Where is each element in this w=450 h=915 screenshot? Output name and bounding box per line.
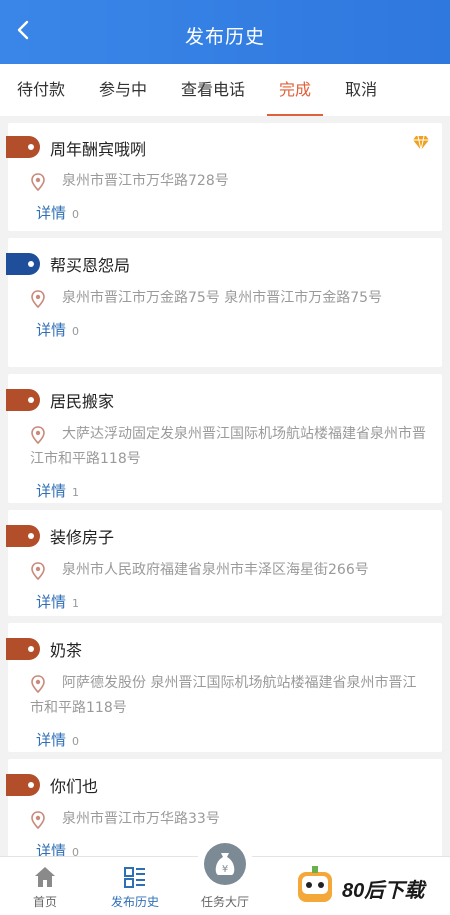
detail-count: 0 <box>72 208 80 221</box>
nav-history[interactable]: 发布历史 <box>90 857 180 915</box>
nav-task-hall-label: 任务大厅 <box>200 895 249 909</box>
watermark-text: 80后下载 <box>342 880 425 902</box>
address: 大萨达浮动固定发泉州晋江国际机场航站楼福建省泉州市晋江市和平路118号 <box>30 426 426 467</box>
list-item[interactable]: 居民搬家 大萨达浮动固定发泉州晋江国际机场航站楼福建省泉州市晋江市和平路118号… <box>6 374 442 503</box>
diamond-icon <box>413 135 429 151</box>
nav-home[interactable]: 首页 <box>0 857 90 915</box>
detail-link[interactable]: 详情 1 <box>8 480 442 501</box>
location-pin-icon <box>31 426 45 444</box>
nav-home-label: 首页 <box>32 895 57 909</box>
tab-completed[interactable]: 完成 <box>267 64 324 116</box>
tab-cancelled[interactable]: 取消 <box>345 64 377 116</box>
location-pin-icon <box>31 290 45 308</box>
detail-link[interactable]: 详情 0 <box>8 319 442 340</box>
nav-history-label: 发布历史 <box>110 895 159 909</box>
money-bag-icon: ¥ <box>215 853 235 875</box>
robot-logo-icon <box>298 866 332 902</box>
list-icon <box>124 867 145 888</box>
card-title: 奶茶 <box>50 643 83 660</box>
address: 泉州市人民政府福建省泉州市丰泽区海星街266号 <box>8 558 442 583</box>
address: 阿萨德发股份 泉州晋江国际机场航站楼福建省泉州市晋江市和平路118号 <box>30 675 417 716</box>
detail-count: 0 <box>72 735 80 748</box>
tag-icon <box>6 253 40 275</box>
tag-icon <box>6 638 40 660</box>
detail-count: 1 <box>72 486 80 499</box>
detail-link[interactable]: 详情 0 <box>8 729 442 750</box>
address: 泉州市晋江市万华路33号 <box>8 807 442 832</box>
svg-text:¥: ¥ <box>222 864 228 875</box>
detail-link[interactable]: 详情 0 <box>8 202 442 223</box>
card-title: 装修房子 <box>50 530 115 547</box>
address: 泉州市晋江市万金路75号 泉州市晋江市万金路75号 <box>8 286 442 311</box>
status-tabs: 待付款 参与中 查看电话 完成 取消 <box>0 64 450 116</box>
page-title: 发布历史 <box>184 26 265 48</box>
task-hall-button[interactable]: ¥ <box>197 836 253 892</box>
history-list: 周年酬宾哦咧 泉州市晋江市万华路728号 详情 0 帮买恩怨局 泉州市晋江市万金路… <box>0 116 450 856</box>
tag-icon <box>6 525 40 547</box>
watermark-logo: 80后下载 <box>290 860 450 915</box>
tag-icon <box>6 136 40 158</box>
detail-count: 0 <box>72 325 80 338</box>
list-item[interactable]: 装修房子 泉州市人民政府福建省泉州市丰泽区海星街266号 详情 1 <box>6 510 442 616</box>
card-title: 你们也 <box>50 779 99 796</box>
tab-view-phone[interactable]: 查看电话 <box>181 64 245 116</box>
detail-link[interactable]: 详情 1 <box>8 591 442 612</box>
tag-icon <box>6 774 40 796</box>
location-pin-icon <box>31 675 45 693</box>
list-item[interactable]: 周年酬宾哦咧 泉州市晋江市万华路728号 详情 0 <box>6 123 442 231</box>
card-title: 居民搬家 <box>50 394 115 411</box>
address: 泉州市晋江市万华路728号 <box>8 169 442 194</box>
detail-count: 0 <box>72 846 80 856</box>
list-item[interactable]: 奶茶 阿萨德发股份 泉州晋江国际机场航站楼福建省泉州市晋江市和平路118号 详情… <box>6 623 442 752</box>
location-pin-icon <box>31 562 45 580</box>
detail-count: 1 <box>72 597 80 610</box>
tab-in-progress[interactable]: 参与中 <box>99 64 147 116</box>
tag-icon <box>6 389 40 411</box>
location-pin-icon <box>31 173 45 191</box>
location-pin-icon <box>31 811 45 829</box>
header-bar: 发布历史 <box>0 0 450 64</box>
card-title: 周年酬宾哦咧 <box>50 142 147 159</box>
tab-pending-payment[interactable]: 待付款 <box>17 64 65 116</box>
list-item[interactable]: 帮买恩怨局 泉州市晋江市万金路75号 泉州市晋江市万金路75号 详情 0 <box>6 238 442 367</box>
home-icon <box>35 867 55 887</box>
card-title: 帮买恩怨局 <box>50 258 131 275</box>
